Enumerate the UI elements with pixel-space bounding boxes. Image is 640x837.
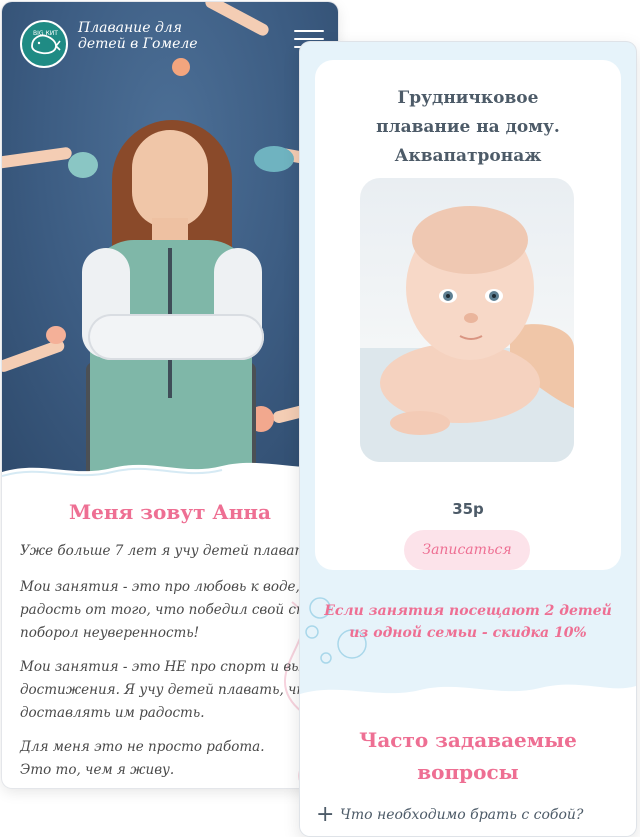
- hand-decoration: [2, 146, 73, 170]
- about-paragraph-2: Мои занятия - это про любовь к воде, про…: [20, 579, 330, 641]
- wave-divider: [2, 462, 338, 490]
- plus-icon: +: [316, 802, 335, 827]
- svg-text:BIG КИТ: BIG КИТ: [33, 30, 58, 37]
- about-heading: Меня зовут Анна: [69, 500, 271, 524]
- hero-photo: BIG КИТ Плавание для детей в Гомеле: [2, 2, 338, 472]
- faq-section: Часто задаваемые вопросы + Что необходим…: [300, 700, 636, 836]
- hand-decoration: [203, 2, 271, 38]
- logo-title: Плавание для детей в Гомеле: [78, 20, 198, 52]
- about-screen: BIG КИТ Плавание для детей в Гомеле Меня…: [2, 2, 338, 788]
- faq-question: Что необходимо брать с собой?: [340, 807, 584, 823]
- discount-note: Если занятия посещают 2 детей из одной с…: [324, 603, 612, 641]
- service-card: Грудничковое плавание на дому. Аквапатро…: [315, 60, 621, 570]
- service-screen: Грудничковое плавание на дому. Аквапатро…: [300, 42, 636, 836]
- person-face: [132, 130, 208, 228]
- person-crossed-arms: [88, 314, 264, 360]
- service-title: Грудничковое плавание на дому. Аквапатро…: [376, 88, 560, 166]
- toy-whale-icon: [254, 146, 294, 172]
- service-price: 35р: [452, 500, 484, 518]
- about-paragraph-3: Мои занятия - это НЕ про спорт и высо до…: [20, 659, 326, 721]
- whale-logo-icon: BIG КИТ: [31, 30, 61, 55]
- toy-whale-icon: [68, 152, 98, 178]
- faq-heading: Часто задаваемые вопросы: [359, 728, 577, 784]
- about-paragraph-4: Для меня это не просто работа. Это то, ч…: [20, 739, 265, 778]
- about-paragraph-1: Уже больше 7 лет я учу детей плавать.: [20, 543, 319, 559]
- signup-button[interactable]: Записаться: [404, 530, 530, 570]
- faq-item[interactable]: + Что необходимо брать с собой?: [316, 802, 626, 828]
- toy-fish-icon: [172, 58, 190, 76]
- baby-photo: [360, 178, 574, 462]
- logo[interactable]: BIG КИТ: [20, 20, 68, 68]
- toy-fish-icon: [46, 326, 66, 344]
